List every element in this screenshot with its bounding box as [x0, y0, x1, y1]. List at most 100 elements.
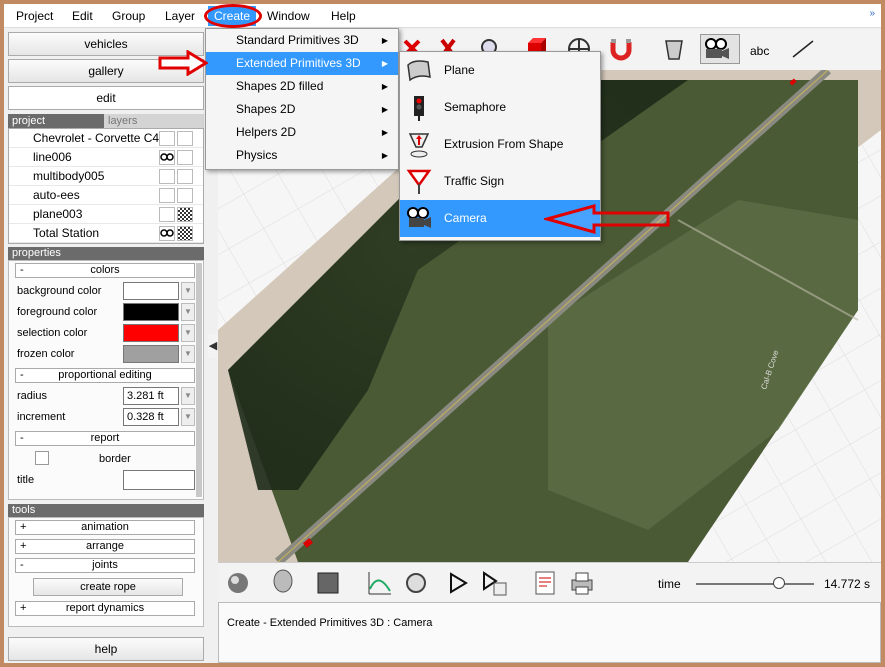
freeze-toggle[interactable] — [177, 131, 193, 146]
menu-item-physics[interactable]: Physics ▶ — [206, 144, 398, 167]
menu-item-shapes-2d-filled[interactable]: Shapes 2D filled ▶ — [206, 75, 398, 98]
list-item[interactable]: Chevrolet - Corvette C4... — [9, 129, 203, 148]
menu-item-plane[interactable]: Plane — [400, 52, 600, 89]
magnet-icon[interactable] — [608, 36, 634, 62]
animation-icon[interactable] — [402, 569, 432, 597]
border-checkbox[interactable] — [35, 451, 49, 465]
sphere-icon[interactable] — [226, 571, 250, 595]
menu-item-helpers-2d[interactable]: Helpers 2D ▶ — [206, 121, 398, 144]
menu-item-extrusion-from-shape[interactable]: Extrusion From Shape — [400, 126, 600, 163]
foreground-color-swatch[interactable] — [123, 303, 179, 321]
menu-item-standard-primitives[interactable]: Standard Primitives 3D ▶ — [206, 29, 398, 52]
gallery-button[interactable]: gallery — [8, 59, 204, 83]
animation-group-header[interactable]: + animation — [15, 520, 195, 535]
checker-icon[interactable] — [177, 207, 193, 222]
submenu-arrow-icon: ▶ — [381, 82, 388, 91]
edit-button[interactable]: edit — [8, 86, 204, 110]
arrange-group-header[interactable]: + arrange — [15, 539, 195, 554]
printer-icon[interactable] — [568, 569, 596, 597]
title-input[interactable] — [123, 470, 195, 490]
time-slider-thumb[interactable] — [772, 577, 785, 589]
proportional-editing-header[interactable]: - proportional editing — [15, 368, 195, 383]
traffic-sign-icon — [406, 169, 432, 194]
camera-tool-button[interactable] — [700, 34, 740, 64]
spinner-icon[interactable]: ▼ — [181, 387, 195, 405]
properties-scrollbar[interactable] — [196, 263, 202, 497]
menu-item-semaphore[interactable]: Semaphore — [400, 89, 600, 126]
time-value: 14.772 s — [824, 577, 871, 591]
help-button[interactable]: help — [8, 637, 204, 661]
list-item[interactable]: line006 — [9, 148, 203, 167]
extrusion-icon — [408, 133, 430, 158]
spinner-icon[interactable]: ▼ — [181, 408, 195, 426]
curve-graph-icon[interactable] — [366, 569, 394, 597]
menu-group[interactable]: Group — [106, 6, 151, 26]
material-icon[interactable] — [316, 571, 340, 595]
title-label: title — [17, 474, 35, 486]
bottom-toolbar: time 14.772 s — [218, 562, 881, 602]
frozen-color-label: frozen color — [17, 348, 75, 360]
create-rope-button[interactable]: create rope — [33, 578, 183, 596]
colors-group-header[interactable]: - colors — [15, 263, 195, 278]
menubar: Project Edit Group Layer Create Window H… — [4, 4, 881, 28]
radius-input[interactable]: 3.281 ft — [123, 387, 179, 405]
report-icon[interactable] — [532, 569, 558, 597]
menu-help[interactable]: Help — [325, 6, 362, 26]
menu-item-traffic-sign[interactable]: Traffic Sign — [400, 163, 600, 200]
frozen-color-swatch[interactable] — [123, 345, 179, 363]
chevron-down-icon[interactable]: ▼ — [181, 324, 195, 342]
semaphore-icon — [414, 96, 424, 121]
freeze-toggle[interactable] — [177, 169, 193, 184]
play-options-icon[interactable] — [480, 569, 508, 597]
report-group-header[interactable]: - report — [15, 431, 195, 446]
glasses-icon[interactable] — [159, 150, 175, 165]
text-tool[interactable]: abc — [750, 44, 769, 58]
chevron-down-icon[interactable]: ▼ — [181, 303, 195, 321]
toolbar-overflow-icon[interactable]: » — [869, 8, 875, 19]
menu-item-shapes-2d[interactable]: Shapes 2D ▶ — [206, 98, 398, 121]
background-color-label: background color — [17, 285, 102, 297]
bucket-icon[interactable] — [662, 36, 686, 62]
left-panel: vehicles gallery edit project layers Che… — [4, 30, 208, 663]
background-color-swatch[interactable] — [123, 282, 179, 300]
chevron-down-icon[interactable]: ▼ — [181, 345, 195, 363]
menu-create[interactable]: Create — [208, 6, 257, 26]
report-dynamics-group-header[interactable]: + report dynamics — [15, 601, 195, 616]
list-item[interactable]: multibody005 — [9, 167, 203, 186]
checker-icon[interactable] — [177, 226, 193, 241]
menu-window[interactable]: Window — [261, 6, 316, 26]
list-item-label: line006 — [33, 150, 72, 164]
list-item-label: plane003 — [33, 207, 83, 221]
chevron-down-icon[interactable]: ▼ — [181, 282, 195, 300]
visibility-toggle[interactable] — [159, 169, 175, 184]
head-icon[interactable] — [270, 569, 296, 597]
panel-collapse-icon[interactable]: ◀ — [208, 334, 218, 358]
visibility-toggle[interactable] — [159, 131, 175, 146]
menu-layer[interactable]: Layer — [159, 6, 201, 26]
menu-item-camera[interactable]: Camera — [400, 200, 600, 237]
tools-header: tools — [8, 504, 204, 517]
visibility-toggle[interactable] — [159, 188, 175, 203]
freeze-toggle[interactable] — [177, 150, 193, 165]
visibility-toggle[interactable] — [159, 207, 175, 222]
create-menu: Standard Primitives 3D ▶ Extended Primiti… — [205, 28, 399, 170]
tab-project[interactable]: project — [8, 114, 104, 128]
list-item[interactable]: plane003 — [9, 205, 203, 224]
list-item[interactable]: Total Station — [9, 224, 203, 243]
tab-layers[interactable]: layers — [104, 114, 204, 128]
joints-group-header[interactable]: - joints — [15, 558, 195, 573]
selection-color-swatch[interactable] — [123, 324, 179, 342]
menu-item-extended-primitives[interactable]: Extended Primitives 3D ▶ — [206, 52, 398, 75]
menu-project[interactable]: Project — [10, 6, 59, 26]
line-tool-icon[interactable] — [790, 38, 816, 60]
increment-input[interactable]: 0.328 ft — [123, 408, 179, 426]
freeze-toggle[interactable] — [177, 188, 193, 203]
play-icon[interactable] — [446, 571, 470, 595]
time-slider[interactable] — [696, 583, 814, 585]
increment-label: increment — [17, 411, 66, 423]
glasses-icon[interactable] — [159, 226, 175, 241]
list-item[interactable]: auto-ees — [9, 186, 203, 205]
properties-panel: - colors background color ▼ foreground co… — [8, 260, 204, 500]
vehicles-button[interactable]: vehicles — [8, 32, 204, 56]
menu-edit[interactable]: Edit — [66, 6, 99, 26]
